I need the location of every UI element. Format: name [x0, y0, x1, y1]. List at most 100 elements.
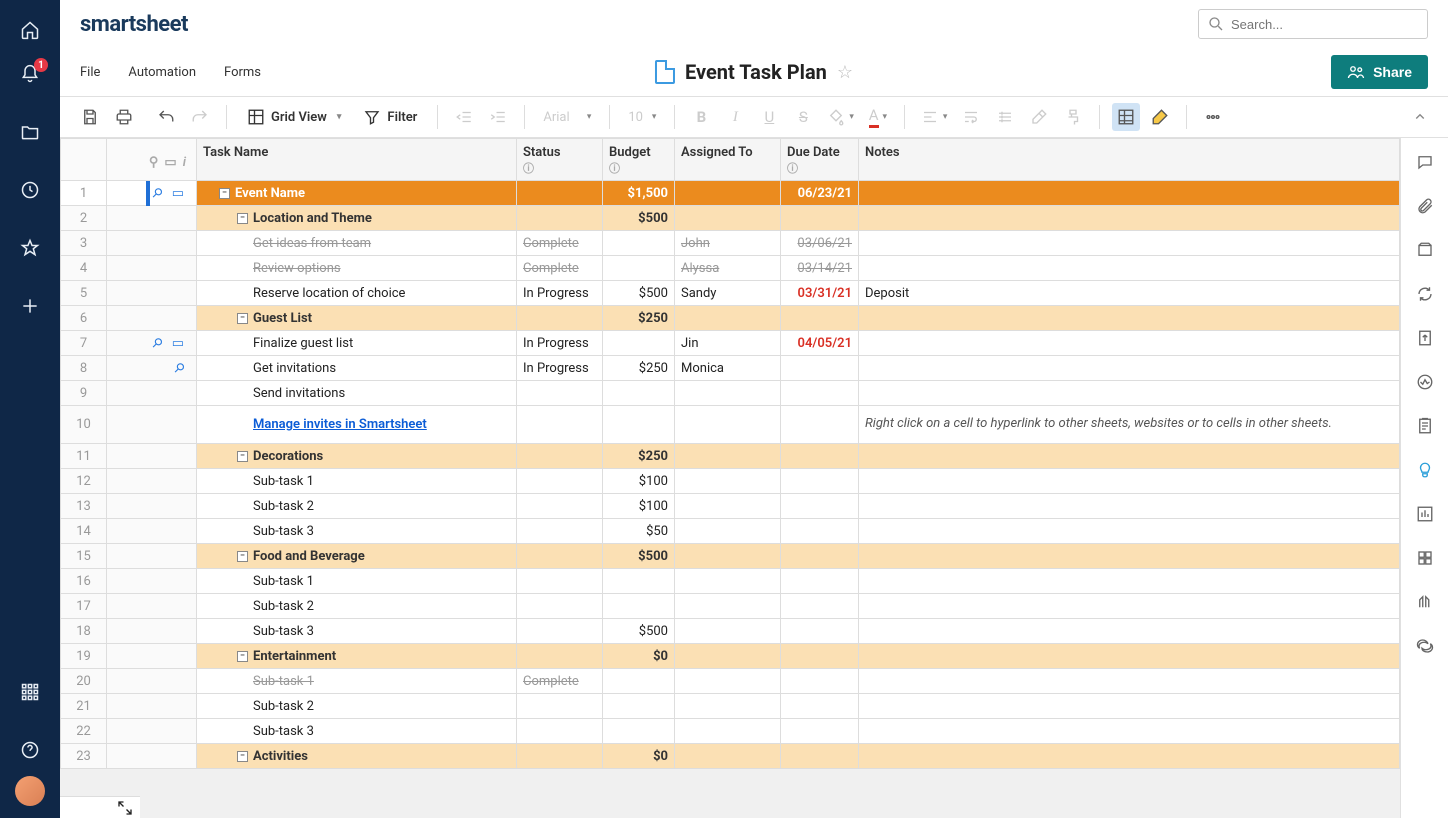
notes-cell[interactable] [859, 594, 1400, 619]
menu-automation[interactable]: Automation [128, 65, 196, 80]
budget-cell[interactable]: $0 [603, 644, 675, 669]
due-cell[interactable] [781, 406, 859, 444]
due-cell[interactable] [781, 356, 859, 381]
row-number[interactable]: 12 [61, 469, 107, 494]
budget-cell[interactable]: $500 [603, 619, 675, 644]
table-row[interactable]: 9Send invitations [61, 381, 1400, 406]
status-cell[interactable] [517, 444, 603, 469]
budget-cell[interactable]: $250 [603, 356, 675, 381]
text-color-button[interactable]: A [864, 103, 892, 131]
align-button[interactable] [917, 103, 952, 131]
table-row[interactable]: 8⚲Get invitationsIn Progress$250Monica [61, 356, 1400, 381]
assigned-cell[interactable] [675, 444, 781, 469]
status-cell[interactable] [517, 719, 603, 744]
table-row[interactable]: 5Reserve location of choiceIn Progress$5… [61, 281, 1400, 306]
table-row[interactable]: 13Sub-task 2$100 [61, 494, 1400, 519]
budget-cell[interactable]: $0 [603, 744, 675, 769]
collapse-toggle[interactable]: − [237, 213, 248, 224]
assigned-cell[interactable] [675, 381, 781, 406]
update-requests-icon[interactable] [1413, 282, 1437, 306]
budget-cell[interactable] [603, 231, 675, 256]
budget-cell[interactable]: $100 [603, 494, 675, 519]
table-row[interactable]: 7⚲▭Finalize guest listIn ProgressJin04/0… [61, 331, 1400, 356]
menu-file[interactable]: File [80, 65, 100, 80]
budget-cell[interactable] [603, 669, 675, 694]
notes-cell[interactable] [859, 331, 1400, 356]
budget-cell[interactable]: $500 [603, 206, 675, 231]
font-selector[interactable]: Arial [537, 103, 597, 131]
task-cell[interactable]: Sub-task 2 [197, 694, 517, 719]
task-cell[interactable]: Sub-task 3 [197, 719, 517, 744]
status-cell[interactable] [517, 519, 603, 544]
due-cell[interactable]: 04/05/21 [781, 331, 859, 356]
assistant-icon[interactable] [1413, 458, 1437, 482]
due-cell[interactable] [781, 519, 859, 544]
table-row[interactable]: 12 Sub-task 1 $100 [61, 469, 1400, 494]
status-cell[interactable]: In Progress [517, 331, 603, 356]
row-number[interactable]: 19 [61, 644, 107, 669]
print-button[interactable] [110, 103, 138, 131]
budget-cell[interactable] [603, 381, 675, 406]
task-cell[interactable]: Get invitations [197, 356, 517, 381]
redo-button[interactable] [186, 103, 214, 131]
status-cell[interactable] [517, 544, 603, 569]
budget-cell[interactable] [603, 569, 675, 594]
status-cell[interactable] [517, 381, 603, 406]
row-number[interactable]: 15 [61, 544, 107, 569]
due-cell[interactable] [781, 469, 859, 494]
budget-cell[interactable] [603, 719, 675, 744]
fill-color-button[interactable] [823, 103, 858, 131]
collapse-toggle[interactable]: − [237, 313, 248, 324]
status-cell[interactable] [517, 694, 603, 719]
task-header[interactable]: Task Name [197, 139, 517, 181]
task-cell[interactable]: Sub-task 3 [197, 619, 517, 644]
budget-cell[interactable] [603, 594, 675, 619]
assigned-cell[interactable] [675, 619, 781, 644]
row-number[interactable]: 7 [61, 331, 107, 356]
notes-cell[interactable] [859, 256, 1400, 281]
budget-cell[interactable]: $100 [603, 469, 675, 494]
notes-cell[interactable] [859, 181, 1400, 206]
recents-icon[interactable] [12, 172, 48, 208]
assigned-cell[interactable] [675, 594, 781, 619]
publish-icon[interactable] [1413, 326, 1437, 350]
status-cell[interactable]: Complete [517, 669, 603, 694]
summary-icon[interactable] [1413, 414, 1437, 438]
collapse-toggle[interactable]: − [237, 651, 248, 662]
proofs-icon[interactable] [1413, 238, 1437, 262]
assigned-cell[interactable]: Alyssa [675, 256, 781, 281]
budget-cell[interactable] [603, 694, 675, 719]
row-number[interactable]: 14 [61, 519, 107, 544]
table-row[interactable]: 16Sub-task 1 [61, 569, 1400, 594]
resource-management-icon[interactable] [1413, 590, 1437, 614]
task-cell[interactable]: Reserve location of choice [197, 281, 517, 306]
status-cell[interactable] [517, 594, 603, 619]
home-icon[interactable] [12, 12, 48, 48]
table-row[interactable]: 20Sub-task 1Complete [61, 669, 1400, 694]
help-icon[interactable] [12, 732, 48, 768]
budget-cell[interactable]: $250 [603, 306, 675, 331]
task-cell[interactable]: Manage invites in Smartsheet [197, 406, 517, 444]
task-cell[interactable]: Sub-task 1 [197, 469, 517, 494]
notes-cell[interactable] [859, 519, 1400, 544]
save-button[interactable] [76, 103, 104, 131]
status-cell[interactable]: Complete [517, 256, 603, 281]
comment-icon[interactable]: ▭ [172, 336, 184, 351]
task-cell[interactable]: Review options [197, 256, 517, 281]
task-cell[interactable]: Sub-task 3 [197, 519, 517, 544]
notes-cell[interactable] [859, 356, 1400, 381]
status-cell[interactable] [517, 619, 603, 644]
favorites-icon[interactable] [12, 230, 48, 266]
assigned-cell[interactable] [675, 306, 781, 331]
view-switcher[interactable]: Grid View [239, 103, 349, 131]
status-cell[interactable] [517, 206, 603, 231]
assigned-cell[interactable] [675, 744, 781, 769]
outdent-button[interactable] [450, 103, 478, 131]
assigned-cell[interactable] [675, 494, 781, 519]
assigned-cell[interactable] [675, 406, 781, 444]
status-cell[interactable] [517, 181, 603, 206]
table-row[interactable]: 22Sub-task 3 [61, 719, 1400, 744]
apps-icon[interactable] [12, 674, 48, 710]
status-cell[interactable] [517, 744, 603, 769]
due-cell[interactable] [781, 694, 859, 719]
